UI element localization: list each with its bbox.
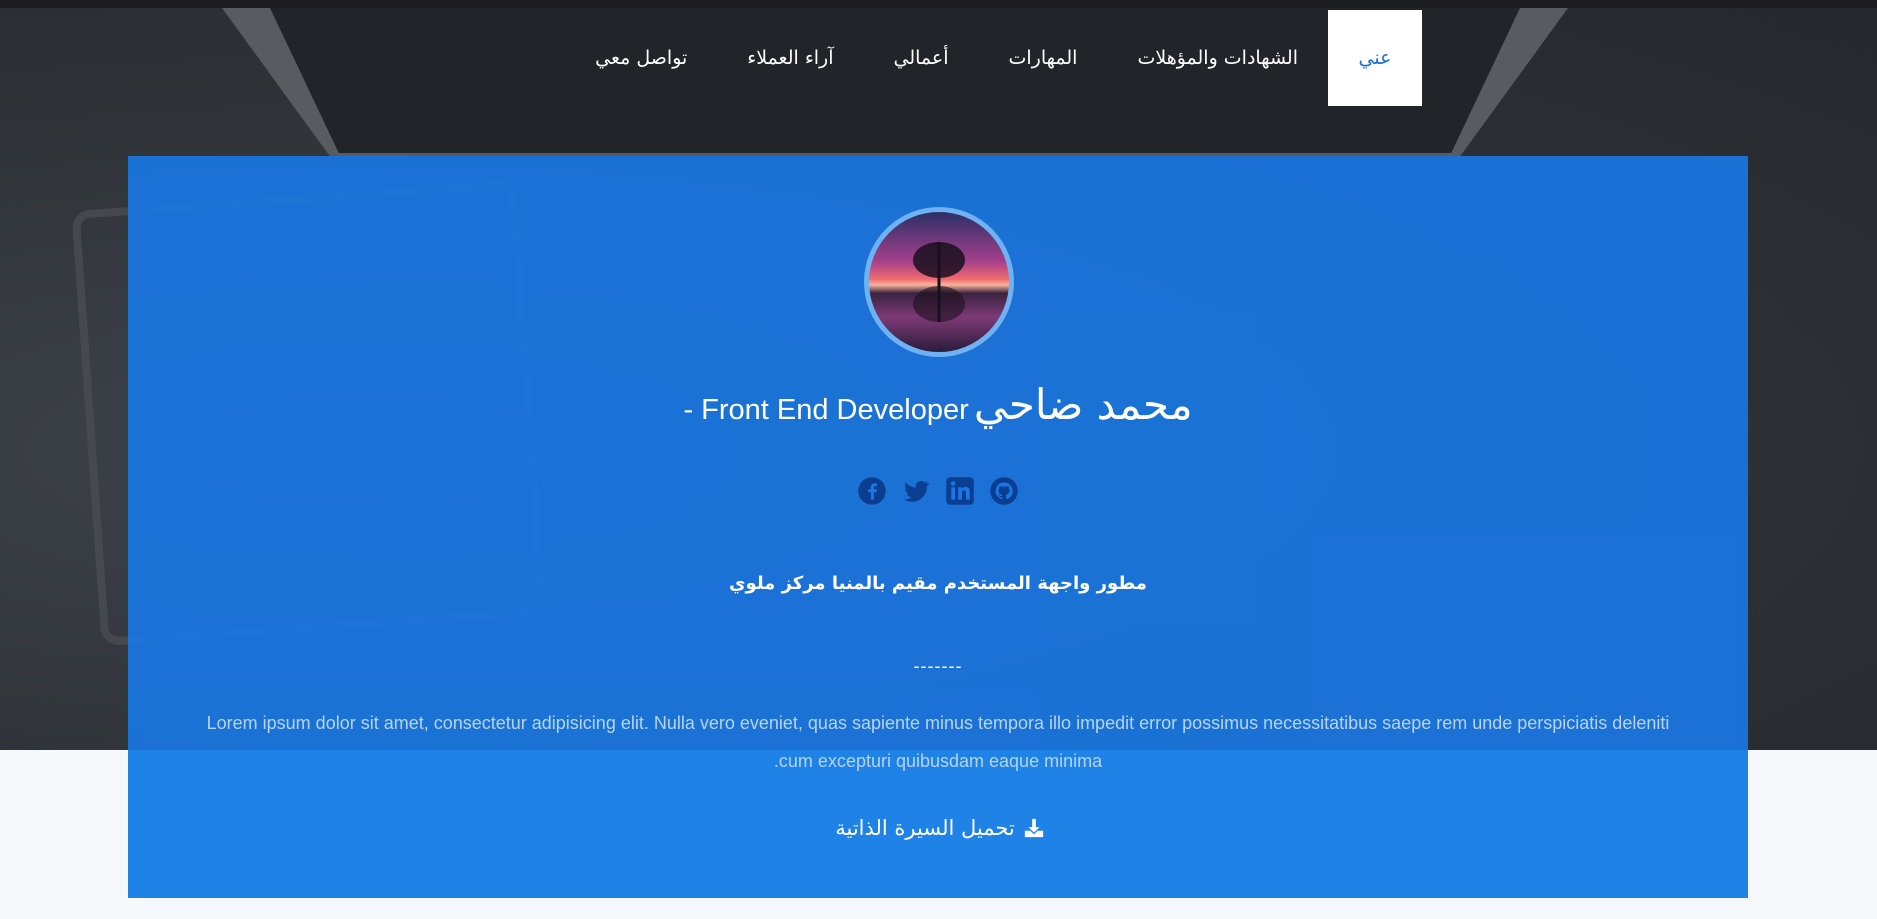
nav-item-testimonials[interactable]: آراء العملاء xyxy=(717,10,863,106)
download-icon xyxy=(1024,818,1043,838)
profile-title: محمد ضاحي Front End Developer - xyxy=(128,380,1748,429)
nav-menu: عني الشهادات والمؤهلات المهارات أعمالي آ… xyxy=(565,10,1422,106)
avatar-image xyxy=(913,242,965,322)
profile-name: محمد ضاحي xyxy=(973,380,1193,429)
social-links xyxy=(128,476,1748,506)
profile-bio: Lorem ipsum dolor sit amet, consectetur … xyxy=(206,713,1670,771)
nav-item-contact[interactable]: تواصل معي xyxy=(565,10,717,106)
profile-tagline: مطور واجهة المستخدم مقيم بالمنيا مركز مل… xyxy=(729,573,1147,594)
linkedin-icon[interactable] xyxy=(945,476,975,506)
nav-item-certificates[interactable]: الشهادات والمؤهلات xyxy=(1107,10,1328,106)
download-cv-button[interactable]: تحميل السيرة الذاتية xyxy=(780,808,1100,848)
download-cv-label: تحميل السيرة الذاتية xyxy=(835,816,1015,840)
nav-item-portfolio[interactable]: أعمالي xyxy=(864,10,979,106)
avatar xyxy=(864,207,1014,357)
nav-item-about[interactable]: عني xyxy=(1328,10,1422,106)
divider: ------- xyxy=(913,656,963,676)
profile-role: Front End Developer - xyxy=(683,394,969,426)
nav-item-skills[interactable]: المهارات xyxy=(979,10,1108,106)
twitter-icon[interactable] xyxy=(901,476,931,506)
facebook-icon[interactable] xyxy=(857,476,887,506)
top-edge xyxy=(0,0,1877,8)
github-icon[interactable] xyxy=(989,476,1019,506)
